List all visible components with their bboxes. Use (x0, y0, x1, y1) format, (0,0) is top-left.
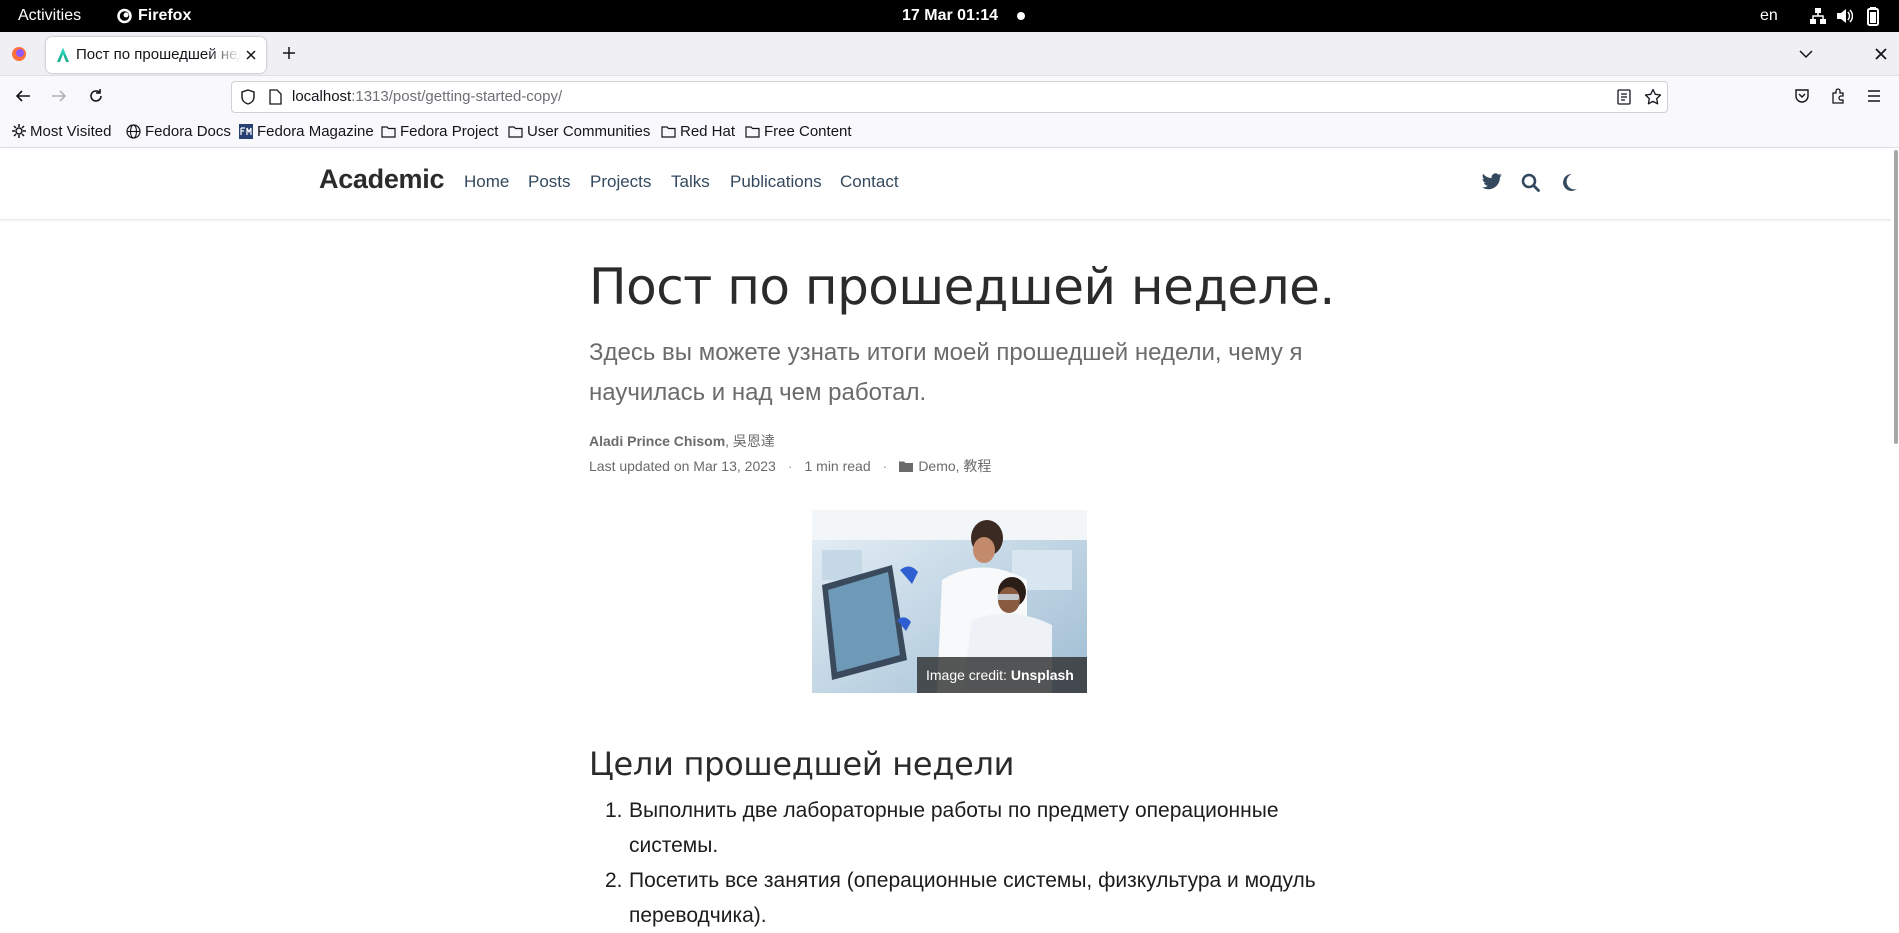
list-item: 1. Выполнить две лабораторные работы по … (589, 793, 1319, 863)
categories-link[interactable]: Demo, 教程 (918, 456, 991, 476)
nav-posts[interactable]: Posts (528, 172, 571, 192)
bookmark-fedora-docs[interactable]: Fedora Docs (126, 116, 231, 146)
bookmark-label: Fedora Project (400, 122, 499, 140)
list-item: 2. Посетить все занятия (операционные си… (589, 863, 1319, 933)
tab-strip: Пост по прошедшей неделе. (0, 32, 1899, 76)
close-window-icon[interactable] (1873, 46, 1889, 62)
credit-source-link[interactable]: Unsplash (1011, 667, 1074, 683)
gear-icon (12, 124, 26, 138)
bookmark-label: Free Content (764, 122, 852, 140)
twitter-icon[interactable] (1482, 173, 1502, 190)
separator-dot: · (882, 458, 888, 474)
notification-dot-icon (1017, 0, 1025, 32)
app-menu[interactable]: Firefox (138, 0, 191, 32)
read-time: 1 min read (804, 458, 871, 474)
page-info-icon[interactable] (268, 89, 282, 105)
bookmark-free-content[interactable]: Free Content (745, 116, 852, 146)
list-number: 2. (605, 869, 623, 892)
nav-contact[interactable]: Contact (840, 172, 899, 192)
folder-icon (745, 125, 760, 138)
bookmark-star-icon[interactable] (1644, 88, 1662, 106)
keyboard-language[interactable]: en (1760, 0, 1778, 32)
author-link[interactable]: Aladi Prince Chisom (589, 433, 725, 449)
activities-button[interactable]: Activities (18, 0, 81, 32)
bookmark-fedora-magazine[interactable]: Fedora Magazine (239, 116, 374, 146)
firefox-app-icon (117, 0, 132, 32)
volume-icon[interactable] (1835, 0, 1853, 32)
bookmark-label: Red Hat (680, 122, 736, 140)
nav-projects[interactable]: Projects (590, 172, 651, 192)
list-item-text: Посетить все занятия (операционные систе… (629, 869, 1316, 927)
site-brand[interactable]: Academic (319, 164, 444, 195)
tracking-protection-shield-icon[interactable] (240, 89, 256, 105)
url-host: localhost (292, 88, 352, 105)
folder-icon (661, 125, 676, 138)
goals-list: 1. Выполнить две лабораторные работы по … (589, 793, 1319, 933)
folder-icon (899, 461, 914, 472)
image-credit: Image credit: Unsplash (917, 657, 1087, 693)
bookmark-label: Most Visited (30, 122, 112, 140)
folder-icon (508, 125, 523, 138)
bookmark-label: User Communities (527, 122, 651, 140)
bookmark-fedora-project[interactable]: Fedora Project (381, 116, 498, 146)
back-arrow-icon[interactable] (15, 88, 31, 104)
bookmarks-toolbar: Most Visited Fedora Docs Fedora Magazine… (0, 116, 1899, 148)
nav-publications[interactable]: Publications (730, 172, 822, 192)
tab-title: Пост по прошедшей неделе. (76, 46, 241, 63)
reader-view-icon[interactable] (1617, 89, 1631, 105)
dark-mode-moon-icon[interactable] (1561, 173, 1578, 192)
hamburger-menu-icon[interactable] (1866, 88, 1882, 104)
url-path: :1313/post/getting-started-copy/ (351, 88, 563, 105)
globe-icon (126, 123, 141, 139)
list-item-text: Выполнить две лабораторные работы по пре… (629, 799, 1279, 857)
list-number: 1. (605, 799, 623, 822)
separator-dot: · (787, 458, 793, 474)
article-metadata: Last updated on Mar 13, 2023 · 1 min rea… (589, 456, 991, 476)
tab-active[interactable]: Пост по прошедшей неделе. (46, 37, 266, 73)
article-subtitle: Здесь вы можете узнать итоги моей прошед… (589, 339, 1303, 406)
bookmark-user-communities[interactable]: User Communities (508, 116, 650, 146)
fm-icon (239, 123, 253, 139)
url-text[interactable]: localhost:1313/post/getting-started-copy… (292, 82, 562, 112)
clock[interactable]: 17 Mar 01:14 (902, 0, 998, 32)
bookmark-most-visited[interactable]: Most Visited (12, 116, 111, 146)
bookmark-label: Fedora Magazine (257, 122, 374, 140)
credit-prefix: Image credit: (926, 667, 1011, 683)
navigation-toolbar: localhost:1313/post/getting-started-copy… (0, 76, 1899, 116)
nav-home[interactable]: Home (464, 172, 509, 192)
section-heading: Цели прошедшей недели (589, 745, 1015, 783)
close-tab-icon[interactable] (244, 47, 258, 63)
extensions-icon[interactable] (1830, 88, 1846, 104)
article-authors: Aladi Prince Chisom, 吳恩達 (589, 431, 775, 451)
search-icon[interactable] (1521, 173, 1540, 192)
system-top-bar: Activities Firefox 17 Mar 01:14 en (0, 0, 1899, 32)
coauthor: , 吳恩達 (725, 433, 775, 449)
article-title: Пост по прошедшей неделе. (589, 258, 1335, 316)
network-icon[interactable] (1809, 0, 1827, 32)
site-favicon-icon (55, 47, 71, 63)
reload-icon[interactable] (88, 88, 104, 104)
last-updated: Last updated on Mar 13, 2023 (589, 458, 776, 474)
site-header: Academic Home Posts Projects Talks Publi… (0, 148, 1892, 219)
bookmark-label: Fedora Docs (145, 122, 231, 140)
pocket-icon[interactable] (1794, 88, 1810, 104)
bookmark-red-hat[interactable]: Red Hat (661, 116, 735, 146)
list-all-tabs-chevron-icon[interactable] (1798, 46, 1814, 62)
address-bar[interactable]: localhost:1313/post/getting-started-copy… (231, 81, 1668, 113)
firefox-view-icon[interactable] (11, 46, 27, 62)
folder-icon (381, 125, 396, 138)
new-tab-icon[interactable] (281, 45, 297, 61)
forward-arrow-icon[interactable] (51, 88, 67, 104)
nav-talks[interactable]: Talks (671, 172, 710, 192)
scrollbar-thumb[interactable] (1894, 150, 1898, 444)
battery-icon[interactable] (1866, 0, 1880, 32)
